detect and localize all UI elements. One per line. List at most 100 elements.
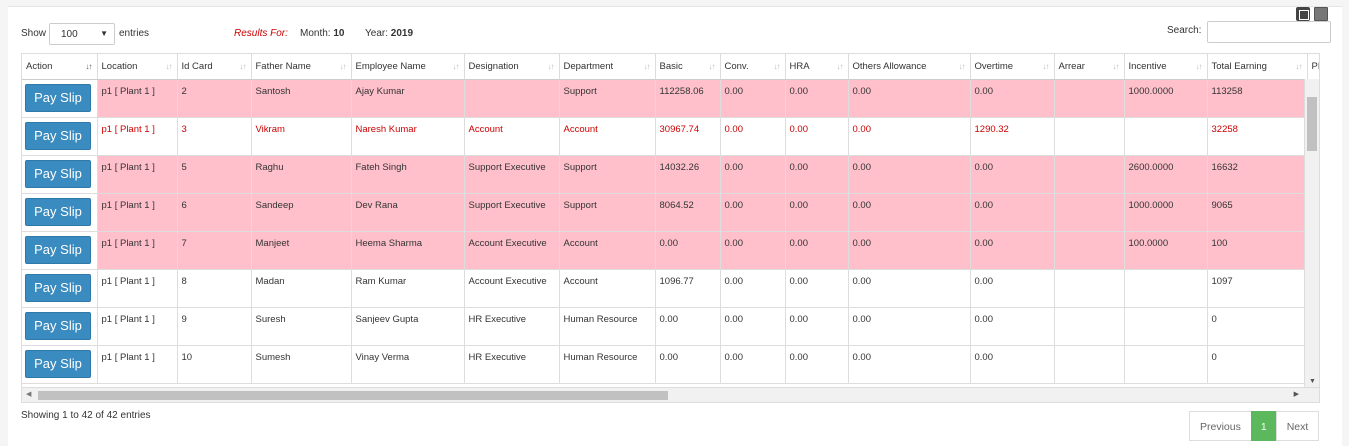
month-filter: Month: 10 <box>300 28 344 39</box>
action-cell: Pay Slip <box>22 117 98 156</box>
export-icon[interactable] <box>1296 7 1310 21</box>
action-cell: Pay Slip <box>22 79 98 118</box>
table-cell: 0.00 <box>848 307 971 346</box>
payroll-table-container: Action ↓↑ Location ↓↑ Id Card ↓↑ Father Name ↓↑… <box>21 53 1320 403</box>
pay-slip-button[interactable]: Pay Slip <box>25 197 91 226</box>
column-header-label: Overtime <box>974 60 1014 72</box>
column-header[interactable]: PF E <box>1307 54 1320 80</box>
pay-slip-button[interactable]: Pay Slip <box>25 273 91 302</box>
column-header-label: Location <box>101 60 138 72</box>
table-cell: 0.00 <box>720 193 786 232</box>
horizontal-scrollbar[interactable]: ◀ ▶ <box>22 387 1319 402</box>
scroll-right-arrow-icon[interactable]: ▶ <box>1294 390 1299 398</box>
table-cell: Human Resource <box>559 345 656 384</box>
pay-slip-button[interactable]: Pay Slip <box>25 159 91 188</box>
pay-slip-button[interactable]: Pay Slip <box>25 349 91 378</box>
table-cell: 0.00 <box>720 79 786 118</box>
pay-slip-button[interactable]: Pay Slip <box>25 83 91 112</box>
table-cell: Dev Rana <box>351 193 465 232</box>
table-cell: 16632 <box>1207 155 1308 194</box>
column-header[interactable]: Conv. ↓↑ <box>720 54 786 80</box>
table-cell: Naresh Kumar <box>351 117 465 156</box>
horizontal-scroll-thumb[interactable] <box>38 391 668 400</box>
table-cell <box>1054 155 1125 194</box>
payroll-table: Action ↓↑ Location ↓↑ Id Card ↓↑ Father Name ↓↑… <box>22 54 1320 384</box>
column-header-label: Employee Name <box>355 60 426 72</box>
table-cell <box>1124 269 1208 308</box>
column-header[interactable]: Others Allowance ↓↑ <box>848 54 971 80</box>
search-input[interactable] <box>1207 21 1331 43</box>
table-cell: 112258.06 <box>655 79 721 118</box>
next-page-button[interactable]: Next <box>1275 411 1320 441</box>
table-cell: Ajay Kumar <box>351 79 465 118</box>
table-cell: 0 <box>1207 345 1308 384</box>
table-cell: 0.00 <box>848 117 971 156</box>
table-cell: Account <box>559 231 656 270</box>
column-header[interactable]: Overtime ↓↑ <box>970 54 1055 80</box>
column-header[interactable]: Total Earning ↓↑ <box>1207 54 1308 80</box>
sort-icon: ↓↑ <box>1295 62 1303 71</box>
page-1-button[interactable]: 1 <box>1250 411 1277 441</box>
column-header[interactable]: Action ↓↑ <box>22 54 98 80</box>
table-cell: 0.00 <box>655 231 721 270</box>
table-cell: p1 [ Plant 1 ] <box>97 269 178 308</box>
table-row: Pay Slip p1 [ Plant 1 ] 7 Manjeet Heema Shar… <box>22 231 1319 270</box>
table-cell: 9 <box>177 307 252 346</box>
column-header[interactable]: Designation ↓↑ <box>464 54 560 80</box>
column-header-label: Arrear <box>1058 60 1085 72</box>
table-cell <box>1054 79 1125 118</box>
table-row: Pay Slip p1 [ Plant 1 ] 8 Madan Ram Kumar Acc… <box>22 269 1319 308</box>
page-length-select[interactable]: 100 ▼ <box>49 23 115 45</box>
column-header-label: PF E <box>1311 60 1320 72</box>
pay-slip-button[interactable]: Pay Slip <box>25 235 91 264</box>
column-header[interactable]: Arrear ↓↑ <box>1054 54 1125 80</box>
column-header[interactable]: Location ↓↑ <box>97 54 178 80</box>
table-cell: p1 [ Plant 1 ] <box>97 117 178 156</box>
column-header[interactable]: Department ↓↑ <box>559 54 656 80</box>
pagination: Previous 1 Next <box>1189 411 1320 441</box>
table-cell: 0.00 <box>720 155 786 194</box>
table-row: Pay Slip p1 [ Plant 1 ] 2 Santosh Ajay Kumar… <box>22 79 1319 118</box>
table-cell: 6 <box>177 193 252 232</box>
table-cell: 8064.52 <box>655 193 721 232</box>
toolbar-icons <box>1296 7 1328 21</box>
table-cell: 0.00 <box>848 155 971 194</box>
vertical-scroll-thumb[interactable] <box>1307 97 1317 151</box>
previous-page-button[interactable]: Previous <box>1189 411 1252 441</box>
table-cell: 0.00 <box>848 231 971 270</box>
pay-slip-button[interactable]: Pay Slip <box>25 121 91 150</box>
table-row: Pay Slip p1 [ Plant 1 ] 6 Sandeep Dev Rana Su… <box>22 193 1319 232</box>
table-cell: Manjeet <box>251 231 352 270</box>
table-cell: Madan <box>251 269 352 308</box>
column-header[interactable]: HRA ↓↑ <box>785 54 849 80</box>
table-cell: 0.00 <box>970 345 1055 384</box>
table-cell: Santosh <box>251 79 352 118</box>
table-header-row: Action ↓↑ Location ↓↑ Id Card ↓↑ Father Name ↓↑… <box>22 54 1320 80</box>
sort-icon: ↓↑ <box>452 62 460 71</box>
scroll-down-arrow-icon[interactable]: ▼ <box>1309 378 1316 385</box>
table-cell: 0 <box>1207 307 1308 346</box>
sort-icon: ↓↑ <box>547 62 555 71</box>
column-header[interactable]: Basic ↓↑ <box>655 54 721 80</box>
scroll-left-arrow-icon[interactable]: ◀ <box>26 390 31 398</box>
year-filter: Year: 2019 <box>365 28 413 39</box>
column-header-label: Department <box>563 60 614 72</box>
table-cell: 0.00 <box>655 345 721 384</box>
pay-slip-button[interactable]: Pay Slip <box>25 311 91 340</box>
print-icon[interactable] <box>1314 7 1328 21</box>
table-row: Pay Slip p1 [ Plant 1 ] 9 Suresh Sanjeev Gup… <box>22 307 1319 346</box>
column-header[interactable]: Incentive ↓↑ <box>1124 54 1208 80</box>
table-cell: 7 <box>177 231 252 270</box>
table-cell: Fateh Singh <box>351 155 465 194</box>
table-cell <box>1124 117 1208 156</box>
table-cell: 32258 <box>1207 117 1308 156</box>
column-header[interactable]: Employee Name ↓↑ <box>351 54 465 80</box>
table-cell: 1000.0000 <box>1124 193 1208 232</box>
month-value: 10 <box>333 28 345 39</box>
table-cell: 0.00 <box>720 307 786 346</box>
column-header[interactable]: Id Card ↓↑ <box>177 54 252 80</box>
vertical-scrollbar[interactable]: ▼ <box>1304 79 1319 387</box>
column-header[interactable]: Father Name ↓↑ <box>251 54 352 80</box>
table-cell: Vinay Verma <box>351 345 465 384</box>
table-cell: p1 [ Plant 1 ] <box>97 231 178 270</box>
